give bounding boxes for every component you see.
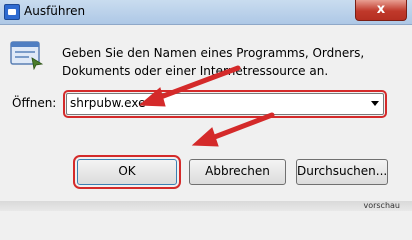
arrow-to-ok-icon: [191, 112, 275, 147]
ok-button[interactable]: OK: [73, 155, 181, 189]
dropdown-arrow-icon[interactable]: [371, 101, 379, 106]
run-dialog-icon: [10, 41, 44, 70]
window-title: Ausführen: [24, 4, 86, 18]
browse-button[interactable]: Durchsuchen...: [296, 159, 388, 185]
background-strip: vorschau: [0, 201, 412, 211]
open-label: Öffnen:: [12, 96, 57, 110]
open-input-value[interactable]: shrpubw.exe: [70, 96, 145, 110]
cancel-button[interactable]: Abbrechen: [189, 159, 286, 185]
title-bar: Ausführen x: [0, 0, 412, 25]
run-icon: [4, 4, 20, 20]
close-button[interactable]: x: [355, 0, 407, 21]
open-combobox[interactable]: shrpubw.exe: [63, 90, 387, 118]
instruction-text: Geben Sie den Namen eines Programms, Ord…: [62, 46, 365, 78]
background-text: vorschau: [363, 201, 400, 210]
